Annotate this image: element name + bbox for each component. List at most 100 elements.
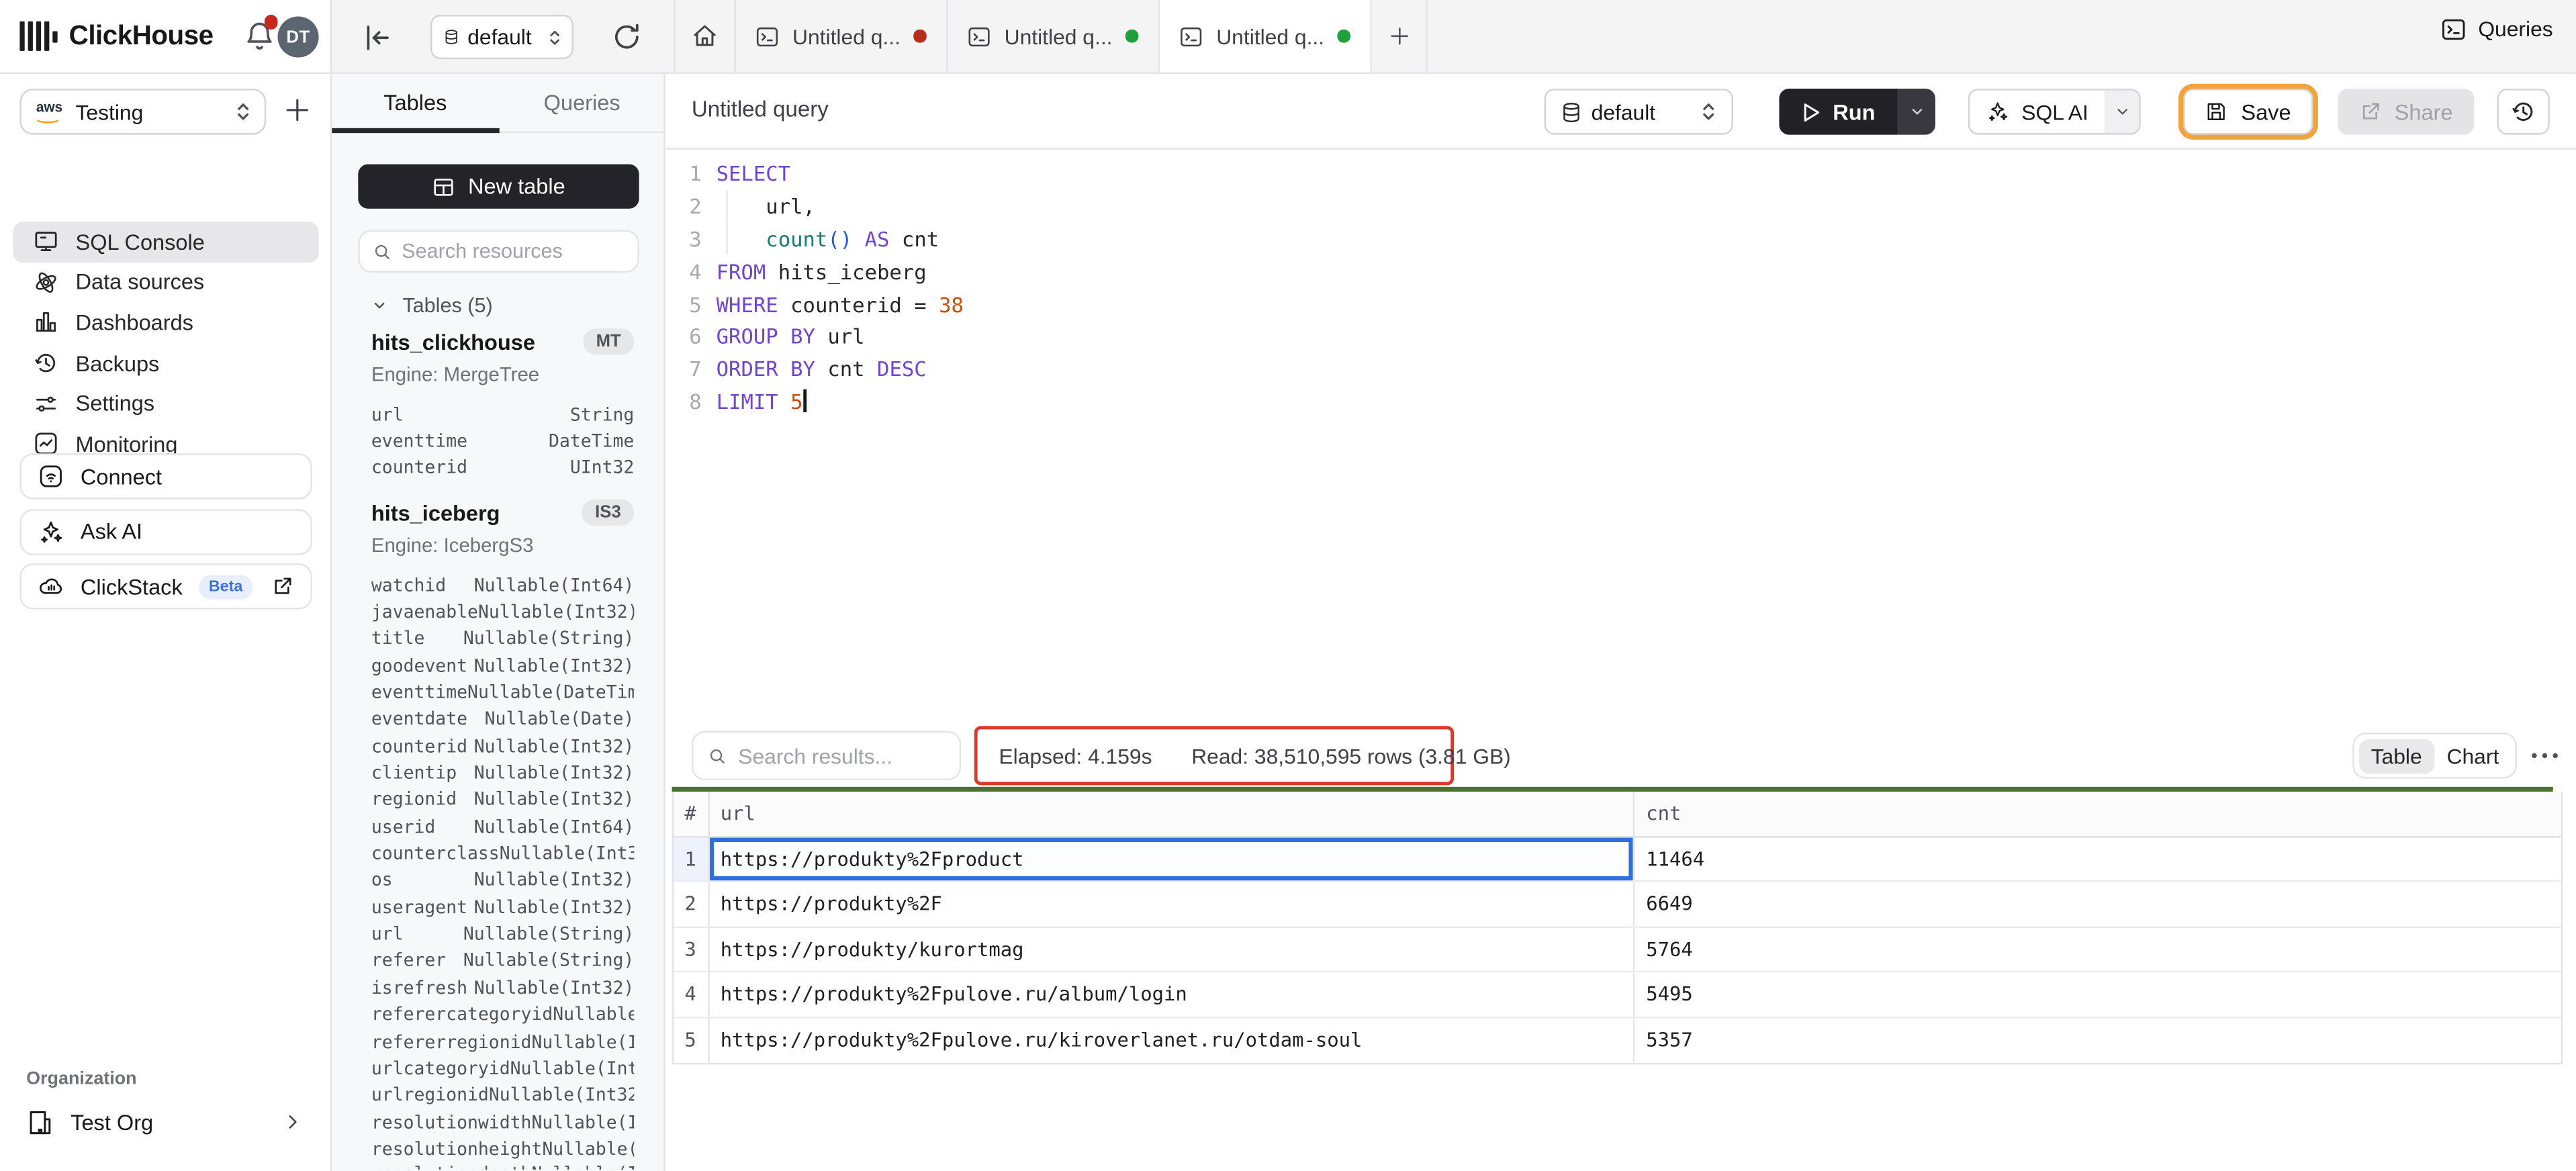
result-row[interactable]: 3 https://produkty/kurortmag 5764: [674, 927, 2561, 972]
sql-ai-options-button[interactable]: [2105, 91, 2139, 134]
column-name: isrefresh: [371, 977, 467, 998]
editor-line[interactable]: 1 SELECT: [665, 158, 2576, 190]
search-resources[interactable]: [358, 230, 639, 273]
search-results[interactable]: [692, 731, 961, 780]
sidebar-item-data-sources[interactable]: Data sources: [13, 262, 319, 302]
home-tab-button[interactable]: [675, 0, 736, 73]
url-cell[interactable]: https://produkty%2Fproduct: [709, 837, 1635, 880]
row-number: 1: [674, 837, 709, 880]
sidebar-item-settings[interactable]: Settings: [13, 383, 319, 424]
search-results-input[interactable]: [738, 743, 944, 768]
query-history-button[interactable]: [2497, 89, 2550, 134]
save-button[interactable]: Save: [2184, 89, 2313, 134]
header-url[interactable]: url: [709, 792, 1635, 835]
cnt-cell[interactable]: 5357: [1635, 1018, 2561, 1063]
sql-ai-button[interactable]: SQL AI: [1969, 89, 2141, 134]
new-tab-button[interactable]: [1372, 0, 1428, 73]
search-resources-input[interactable]: [402, 240, 624, 263]
view-toggle: Table Chart: [2352, 733, 2517, 778]
workspace-selector[interactable]: aws Testing: [19, 89, 266, 134]
tab-tables[interactable]: Tables: [332, 74, 498, 132]
query-tab[interactable]: Untitled q...: [1160, 0, 1372, 73]
avatar[interactable]: DT: [277, 16, 318, 57]
queries-button[interactable]: Queries: [2442, 16, 2552, 41]
table-header[interactable]: hits_clickhouse MT: [371, 328, 634, 355]
table-header[interactable]: hits_iceberg IS3: [371, 500, 634, 526]
query-tab[interactable]: Untitled q...: [948, 0, 1160, 73]
query-tab[interactable]: Untitled q...: [736, 0, 948, 73]
left-sidebar: aws Testing SQL Console Data sources Das…: [0, 74, 332, 1171]
cnt-cell[interactable]: 6649: [1635, 882, 2561, 926]
column-name: urlregionid: [371, 1084, 489, 1106]
result-row[interactable]: 1 https://produkty%2Fproduct 11464: [674, 837, 2561, 882]
run-button-main[interactable]: Run: [1779, 89, 1898, 134]
view-chart-toggle[interactable]: Chart: [2435, 739, 2512, 773]
editor-line[interactable]: 3 count() AS cnt: [665, 223, 2576, 255]
collapse-left-icon: [361, 21, 394, 54]
cnt-cell[interactable]: 5495: [1635, 972, 2561, 1016]
terminal-icon: [2442, 17, 2467, 40]
cnt-cell[interactable]: 5764: [1635, 927, 2561, 971]
header-row-number[interactable]: #: [674, 792, 709, 835]
header-database-selector[interactable]: default: [430, 15, 573, 59]
result-row[interactable]: 2 https://produkty%2F 6649: [674, 882, 2561, 927]
sliders-icon: [33, 390, 59, 416]
header-cnt[interactable]: cnt: [1635, 792, 2561, 835]
sidebar-item-backups[interactable]: Backups: [13, 343, 319, 383]
result-row[interactable]: 5 https://produkty%2Fpulove.ru/kiroverla…: [674, 1018, 2561, 1063]
url-cell[interactable]: https://produkty%2Fpulove.ru/album/login: [709, 972, 1635, 1016]
sql-ai-main[interactable]: SQL AI: [1970, 99, 2105, 124]
query-tab-label: Untitled q...: [1005, 24, 1113, 48]
editor-line[interactable]: 8 LIMIT 5: [665, 385, 2576, 418]
notifications-button[interactable]: [243, 19, 276, 52]
tables-group-header[interactable]: Tables (5): [371, 294, 493, 317]
cnt-cell[interactable]: 11464: [1635, 837, 2561, 880]
column-type: Nullable(Date): [485, 708, 635, 730]
tab-queries[interactable]: Queries: [498, 74, 665, 132]
run-button[interactable]: Run: [1779, 89, 1937, 134]
query-title[interactable]: Untitled query: [692, 97, 829, 122]
editor-line[interactable]: 2 url,: [665, 190, 2576, 222]
ask-ai-button[interactable]: Ask AI: [19, 508, 312, 554]
column-type: String: [570, 404, 634, 425]
url-cell[interactable]: https://produkty/kurortmag: [709, 927, 1635, 971]
view-table-toggle[interactable]: Table: [2358, 739, 2435, 773]
results-more-button[interactable]: [2527, 739, 2563, 772]
home-icon: [692, 23, 718, 49]
result-row[interactable]: 4 https://produkty%2Fpulove.ru/album/log…: [674, 972, 2561, 1017]
editor-line[interactable]: 4 FROM hits_iceberg: [665, 255, 2576, 287]
sql-editor[interactable]: 1 SELECT 2 url, 3 count() AS cnt 4 FROM …: [665, 158, 2576, 418]
schema-tabs: Tables Queries: [332, 74, 665, 133]
column-row: eventdate Nullable(Date): [371, 706, 634, 733]
new-table-button[interactable]: New table: [358, 165, 639, 209]
query-database-selector[interactable]: default: [1544, 89, 1733, 134]
editor-line[interactable]: 5 WHERE counterid = 38: [665, 288, 2576, 320]
editor-line[interactable]: 6 GROUP BY url: [665, 320, 2576, 353]
line-number: 2: [665, 194, 717, 219]
add-workspace-button[interactable]: [283, 95, 312, 125]
share-button[interactable]: Share: [2337, 89, 2474, 134]
notification-badge: [264, 15, 278, 29]
url-cell[interactable]: https://produkty%2Fpulove.ru/kiroverlane…: [709, 1018, 1635, 1063]
refresh-button[interactable]: [611, 21, 642, 52]
clickhouse-sql-console: ClickHouse DT default: [0, 0, 2576, 1171]
connect-button[interactable]: Connect: [19, 453, 312, 499]
chevron-down-icon: [1909, 103, 1925, 120]
sidebar-item-dashboards[interactable]: Dashboards: [13, 303, 319, 343]
line-number: 3: [665, 227, 717, 252]
line-code: FROM hits_iceberg: [717, 259, 927, 284]
schema-browser-panel: Tables Queries New table Tables (5) hits…: [332, 74, 665, 1171]
row-number: 5: [674, 1018, 709, 1063]
column-row: referercategoryid Nullable(I: [371, 1001, 634, 1028]
editor-line[interactable]: 7 ORDER BY cnt DESC: [665, 353, 2576, 385]
url-cell[interactable]: https://produkty%2F: [709, 882, 1635, 926]
plus-icon: [283, 95, 312, 125]
clickhouse-logo[interactable]: ClickHouse: [19, 21, 213, 52]
organization-selector[interactable]: Test Org: [13, 1099, 319, 1145]
query-tab-label: Untitled q...: [792, 24, 901, 48]
run-options-button[interactable]: [1898, 89, 1936, 134]
queries-button-label: Queries: [2478, 16, 2552, 41]
collapse-sidebar-button[interactable]: [361, 21, 394, 54]
sidebar-item-sql-console[interactable]: SQL Console: [13, 222, 319, 262]
clickstack-button[interactable]: ClickStack Beta: [19, 563, 312, 609]
